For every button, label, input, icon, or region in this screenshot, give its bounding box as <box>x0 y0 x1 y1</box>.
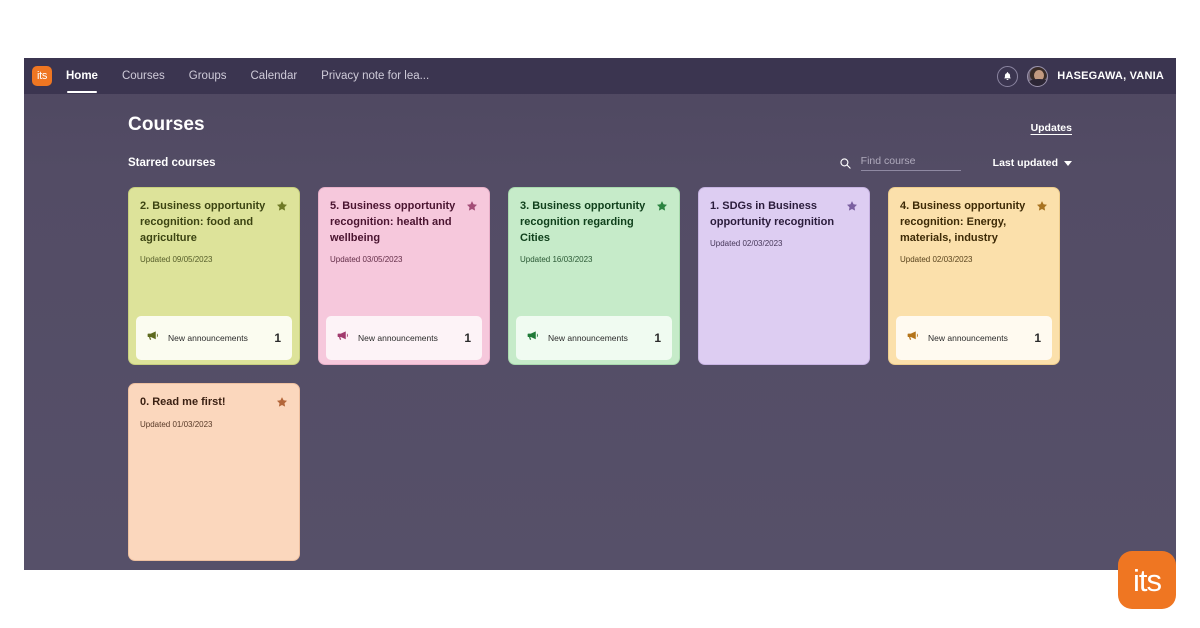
course-updated-date: Updated 02/03/2023 <box>710 238 783 248</box>
new-announcements-label: New announcements <box>548 333 628 343</box>
top-navigation-bar: its Home Courses Groups Calendar Privacy not… <box>24 58 1176 94</box>
course-card-header: 1. SDGs in Business opportunity recognit… <box>710 199 858 231</box>
nav-item-courses[interactable]: Courses <box>122 58 165 94</box>
search-icon[interactable] <box>839 157 852 170</box>
course-card-header: 2. Business opportunity recognition: foo… <box>140 199 288 247</box>
nav-item-calendar[interactable]: Calendar <box>251 58 298 94</box>
nav-items: Home Courses Groups Calendar Privacy note fo… <box>66 58 453 94</box>
course-card[interactable]: 3. Business opportunity recognition rega… <box>508 187 680 365</box>
new-announcements-bar[interactable]: New announcements 1 <box>896 316 1052 360</box>
course-card-header: 3. Business opportunity recognition rega… <box>520 199 668 247</box>
its-corner-logo-text: its <box>1133 562 1162 598</box>
course-cards-grid: 2. Business opportunity recognition: foo… <box>128 187 1072 561</box>
avatar-body <box>1029 78 1048 86</box>
star-filled-icon[interactable] <box>276 200 288 216</box>
section-toolbar: Starred courses Last updated <box>128 153 1072 173</box>
bell-icon <box>1004 71 1012 80</box>
course-card-spacer <box>140 429 288 560</box>
application-panel: its Home Courses Groups Calendar Privacy not… <box>24 58 1176 570</box>
chevron-down-icon <box>1064 160 1072 166</box>
course-search <box>839 155 961 171</box>
star-filled-icon[interactable] <box>466 200 478 216</box>
its-corner-logo: its <box>1118 551 1176 609</box>
star-filled-icon[interactable] <box>1036 200 1048 216</box>
course-toolbar: Last updated <box>839 155 1072 171</box>
course-card[interactable]: 1. SDGs in Business opportunity recognit… <box>698 187 870 365</box>
topbar-right-controls: HASEGAWA, VANIA <box>997 65 1164 87</box>
course-card[interactable]: 0. Read me first! Updated 01/03/2023 <box>128 383 300 561</box>
new-announcements-label: New announcements <box>928 333 1008 343</box>
nav-item-home[interactable]: Home <box>66 58 98 94</box>
megaphone-icon <box>526 329 539 347</box>
its-logo-text: its <box>36 69 48 82</box>
star-filled-icon[interactable] <box>846 200 858 216</box>
course-card[interactable]: 5. Business opportunity recognition: hea… <box>318 187 490 365</box>
course-card-header: 0. Read me first! <box>140 395 288 412</box>
new-announcements-bar[interactable]: New announcements 1 <box>516 316 672 360</box>
sort-dropdown[interactable]: Last updated <box>993 157 1072 169</box>
course-updated-date: Updated 01/03/2023 <box>140 420 213 429</box>
new-announcements-count: 1 <box>654 331 661 345</box>
course-card-spacer <box>140 264 288 316</box>
starred-courses-heading: Starred courses <box>128 157 216 169</box>
course-title: 0. Read me first! <box>140 396 226 408</box>
main-content: Courses Updates Starred courses Last upd… <box>24 94 1176 561</box>
new-announcements-bar[interactable]: New announcements 1 <box>136 316 292 360</box>
new-announcements-bar[interactable]: New announcements 1 <box>326 316 482 360</box>
course-card-spacer <box>710 248 858 364</box>
course-updated-date: Updated 16/03/2023 <box>520 254 593 264</box>
megaphone-icon <box>336 329 349 347</box>
megaphone-icon <box>146 329 159 347</box>
course-title: 2. Business opportunity recognition: foo… <box>140 200 266 244</box>
course-title: 1. SDGs in Business opportunity recognit… <box>710 200 835 228</box>
course-updated-date: Updated 03/05/2023 <box>330 254 403 264</box>
course-updated-date: Updated 02/03/2023 <box>900 254 973 264</box>
new-announcements-label: New announcements <box>168 333 248 343</box>
its-logo-icon[interactable]: its <box>32 66 52 86</box>
course-card-header: 4. Business opportunity recognition: Ene… <box>900 199 1048 247</box>
user-avatar[interactable] <box>1027 65 1049 87</box>
new-announcements-count: 1 <box>464 331 471 345</box>
page-header: Courses Updates <box>128 94 1072 136</box>
updates-link[interactable]: Updates <box>1031 122 1072 136</box>
user-name-label: HASEGAWA, VANIA <box>1057 70 1164 82</box>
course-card-header: 5. Business opportunity recognition: hea… <box>330 199 478 247</box>
new-announcements-count: 1 <box>274 331 281 345</box>
nav-item-privacy-note-for-lea[interactable]: Privacy note for lea... <box>321 58 429 94</box>
page-title: Courses <box>128 114 205 135</box>
course-card-spacer <box>900 264 1048 316</box>
new-announcements-label: New announcements <box>358 333 438 343</box>
megaphone-icon <box>906 329 919 347</box>
new-announcements-count: 1 <box>1034 331 1041 345</box>
course-title: 5. Business opportunity recognition: hea… <box>330 200 456 244</box>
star-filled-icon[interactable] <box>276 396 288 412</box>
notifications-bell-button[interactable] <box>997 65 1019 87</box>
sort-label: Last updated <box>992 157 1058 169</box>
course-title: 4. Business opportunity recognition: Ene… <box>900 200 1026 244</box>
course-card[interactable]: 2. Business opportunity recognition: foo… <box>128 187 300 365</box>
nav-item-groups[interactable]: Groups <box>189 58 227 94</box>
search-input[interactable] <box>860 155 961 171</box>
course-card-spacer <box>520 264 668 316</box>
course-card-spacer <box>330 264 478 316</box>
star-filled-icon[interactable] <box>656 200 668 216</box>
course-card[interactable]: 4. Business opportunity recognition: Ene… <box>888 187 1060 365</box>
course-updated-date: Updated 09/05/2023 <box>140 254 213 264</box>
course-title: 3. Business opportunity recognition rega… <box>520 200 646 244</box>
